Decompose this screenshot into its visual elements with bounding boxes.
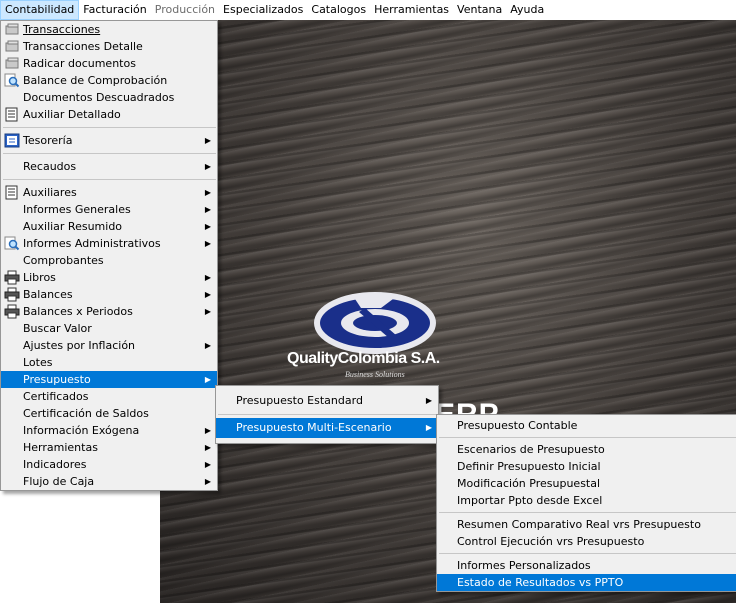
menu-item-presupuesto[interactable]: Presupuesto ▶ (1, 371, 217, 388)
submenu-arrow-icon: ▶ (425, 423, 432, 432)
treasury-icon (4, 133, 20, 148)
menu-item-documentos-descuadrados[interactable]: Documentos Descuadrados (1, 89, 217, 106)
menu-item-informes-generales[interactable]: Informes Generales ▶ (1, 201, 217, 218)
transactions-icon (5, 57, 19, 69)
menu-item-buscar-valor[interactable]: Buscar Valor (1, 320, 217, 337)
quality-colombia-logo-icon (314, 292, 436, 354)
menu-item-libros[interactable]: Libros ▶ (1, 269, 217, 286)
menu-item-certificados[interactable]: Certificados (1, 388, 217, 405)
submenu-arrow-icon: ▶ (204, 307, 211, 316)
magnifier-icon (4, 236, 20, 251)
submenu-arrow-icon: ▶ (204, 188, 211, 197)
menu-item-transacciones-detalle[interactable]: Transacciones Detalle (1, 38, 217, 55)
menu-item-modificacion-presupuestal[interactable]: Modificación Presupuestal (437, 475, 736, 492)
menu-item-presupuesto-contable[interactable]: Presupuesto Contable (437, 417, 736, 434)
menu-item-auxiliar-detallado[interactable]: Auxiliar Detallado (1, 106, 217, 123)
menu-item-auxiliares[interactable]: Auxiliares ▶ (1, 184, 217, 201)
menubar-facturacion[interactable]: Facturación (79, 0, 150, 20)
menu-item-informes-personalizados[interactable]: Informes Personalizados (437, 557, 736, 574)
menu-item-transacciones[interactable]: Transacciones (1, 21, 217, 38)
menu-item-estado-de-resultados-vs-ppto[interactable]: Estado de Resultados vs PPTO (437, 574, 736, 591)
menubar-especializados[interactable]: Especializados (219, 0, 307, 20)
menu-item-informes-administrativos[interactable]: Informes Administrativos ▶ (1, 235, 217, 252)
logo-subtext: Business Solutions (345, 370, 405, 379)
menu-item-recaudos[interactable]: Recaudos ▶ (1, 158, 217, 175)
contabilidad-menu: Transacciones Transacciones Detalle Radi… (0, 20, 218, 491)
menu-item-radicar-documentos[interactable]: Radicar documentos (1, 55, 217, 72)
menu-separator (218, 414, 437, 415)
menu-separator (3, 153, 216, 154)
menu-item-control-ejecucion[interactable]: Control Ejecución vrs Presupuesto (437, 533, 736, 550)
magnifier-icon (4, 73, 20, 88)
menu-item-ajustes-por-inflacion[interactable]: Ajustes por Inflación ▶ (1, 337, 217, 354)
menu-item-indicadores[interactable]: Indicadores ▶ (1, 456, 217, 473)
menu-item-certificacion-de-saldos[interactable]: Certificación de Saldos (1, 405, 217, 422)
submenu-arrow-icon: ▶ (204, 443, 211, 452)
menu-item-resumen-comparativo[interactable]: Resumen Comparativo Real vrs Presupuesto (437, 516, 736, 533)
menu-item-balances-x-periodos[interactable]: Balances x Periodos ▶ (1, 303, 217, 320)
menubar-catalogos[interactable]: Catalogos (307, 0, 370, 20)
printer-icon (4, 304, 20, 319)
submenu-arrow-icon: ▶ (204, 162, 211, 171)
menubar-produccion[interactable]: Producción (151, 0, 219, 20)
submenu-arrow-icon: ▶ (204, 375, 211, 384)
menubar-ayuda[interactable]: Ayuda (506, 0, 548, 20)
submenu-arrow-icon: ▶ (204, 222, 211, 231)
multi-escenario-submenu: Presupuesto Contable Escenarios de Presu… (436, 414, 736, 592)
menu-separator (439, 512, 736, 513)
printer-icon (4, 270, 20, 285)
submenu-arrow-icon: ▶ (204, 426, 211, 435)
transactions-icon (5, 40, 19, 52)
menu-separator (3, 127, 216, 128)
transactions-icon (5, 23, 19, 35)
submenu-arrow-icon: ▶ (204, 205, 211, 214)
menu-item-balances[interactable]: Balances ▶ (1, 286, 217, 303)
menubar-herramientas[interactable]: Herramientas (370, 0, 453, 20)
menubar-ventana[interactable]: Ventana (453, 0, 506, 20)
submenu-arrow-icon: ▶ (425, 396, 432, 405)
printer-icon (4, 287, 20, 302)
menu-item-tesoreria[interactable]: Tesorería ▶ (1, 132, 217, 149)
presupuesto-submenu: Presupuesto Estandard ▶ Presupuesto Mult… (215, 385, 439, 444)
ledger-icon (5, 185, 18, 200)
submenu-arrow-icon: ▶ (204, 136, 211, 145)
submenu-arrow-icon: ▶ (204, 341, 211, 350)
menu-item-definir-presupuesto-inicial[interactable]: Definir Presupuesto Inicial (437, 458, 736, 475)
menu-item-lotes[interactable]: Lotes (1, 354, 217, 371)
menu-separator (439, 553, 736, 554)
menu-separator (439, 437, 736, 438)
menu-item-auxiliar-resumido[interactable]: Auxiliar Resumido ▶ (1, 218, 217, 235)
menu-item-escenarios-de-presupuesto[interactable]: Escenarios de Presupuesto (437, 441, 736, 458)
menu-item-informacion-exogena[interactable]: Información Exógena ▶ (1, 422, 217, 439)
menu-item-presupuesto-multi-escenario[interactable]: Presupuesto Multi-Escenario ▶ (216, 418, 438, 438)
menu-item-presupuesto-estandard[interactable]: Presupuesto Estandard ▶ (216, 391, 438, 411)
ledger-icon (5, 107, 18, 122)
submenu-arrow-icon: ▶ (204, 273, 211, 282)
menu-item-balance-de-comprobacion[interactable]: Balance de Comprobación (1, 72, 217, 89)
submenu-arrow-icon: ▶ (204, 239, 211, 248)
submenu-arrow-icon: ▶ (204, 477, 211, 486)
menu-item-flujo-de-caja[interactable]: Flujo de Caja ▶ (1, 473, 217, 490)
menu-item-herramientas[interactable]: Herramientas ▶ (1, 439, 217, 456)
submenu-arrow-icon: ▶ (204, 290, 211, 299)
logo-text: QualityColombia S.A. (287, 350, 440, 367)
menubar-contabilidad[interactable]: Contabilidad (0, 0, 80, 20)
menu-separator (3, 179, 216, 180)
menu-item-importar-ppto-desde-excel[interactable]: Importar Ppto desde Excel (437, 492, 736, 509)
submenu-arrow-icon: ▶ (204, 460, 211, 469)
menu-item-comprobantes[interactable]: Comprobantes (1, 252, 217, 269)
menu-bar: Contabilidad Facturación Producción Espe… (0, 0, 736, 20)
